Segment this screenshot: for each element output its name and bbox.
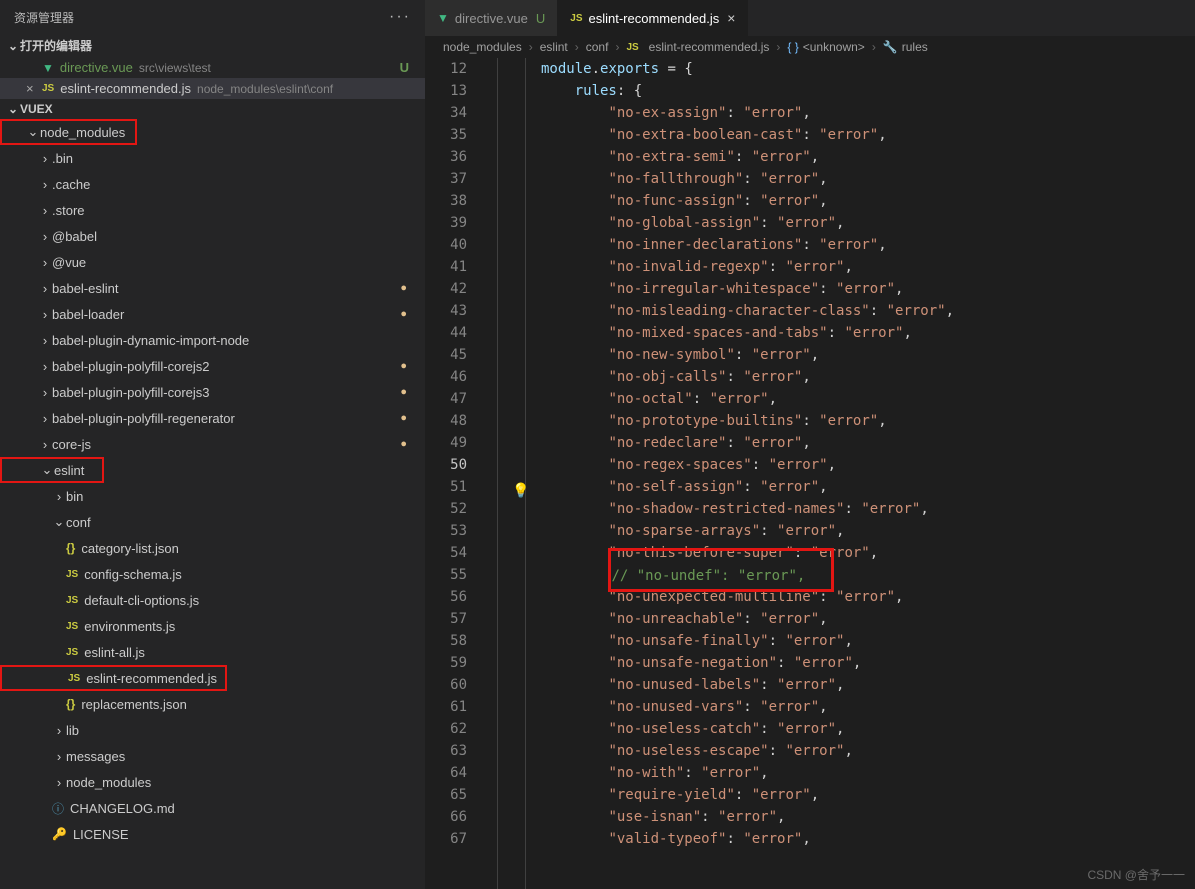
chevron-right-icon: › bbox=[38, 229, 52, 244]
folder-babel[interactable]: ›@babel bbox=[0, 223, 425, 249]
key-file-icon: 🔑 bbox=[52, 827, 67, 841]
js-file-icon: JS bbox=[66, 647, 78, 658]
json-file-icon: {} bbox=[66, 697, 75, 711]
folder-store[interactable]: ›.store bbox=[0, 197, 425, 223]
folder-bin[interactable]: ›.bin bbox=[0, 145, 425, 171]
breadcrumb[interactable]: node_modules› eslint› conf› JSeslint-rec… bbox=[425, 36, 1195, 58]
chevron-down-icon: ⌄ bbox=[52, 514, 66, 530]
folder-babel-poly3[interactable]: ›babel-plugin-polyfill-corejs3● bbox=[0, 379, 425, 405]
file-category-list[interactable]: {}category-list.json bbox=[0, 535, 425, 561]
git-modified-icon: ● bbox=[400, 412, 417, 424]
open-editor-item[interactable]: × JS eslint-recommended.js node_modules\… bbox=[0, 78, 425, 99]
chevron-right-icon: › bbox=[572, 40, 582, 54]
chevron-right-icon: › bbox=[52, 489, 66, 504]
chevron-right-icon: › bbox=[38, 307, 52, 322]
git-modified-icon: ● bbox=[400, 386, 417, 398]
chevron-right-icon: › bbox=[38, 333, 52, 348]
js-file-icon: JS bbox=[570, 13, 582, 24]
explorer-title: 资源管理器 bbox=[14, 9, 74, 26]
js-file-icon: JS bbox=[42, 83, 54, 94]
info-file-icon: ⓘ bbox=[52, 800, 64, 817]
line-numbers-gutter: 1213343536373839404142434445464748495051… bbox=[425, 58, 485, 889]
chevron-right-icon: › bbox=[612, 40, 622, 54]
js-file-icon: JS bbox=[626, 42, 638, 53]
more-actions-icon[interactable]: ··· bbox=[389, 8, 411, 26]
folder-corejs[interactable]: ›core-js● bbox=[0, 431, 425, 457]
code-content[interactable]: module.exports = { rules: { "no-ex-assig… bbox=[541, 58, 1195, 889]
open-editors-section[interactable]: ⌄ 打开的编辑器 bbox=[0, 34, 425, 57]
js-file-icon: JS bbox=[66, 569, 78, 580]
chevron-right-icon: › bbox=[38, 177, 52, 192]
file-license[interactable]: 🔑LICENSE bbox=[0, 821, 425, 847]
chevron-right-icon: › bbox=[38, 411, 52, 426]
folder-node-modules[interactable]: ⌄node_modules bbox=[0, 119, 137, 145]
chevron-right-icon: › bbox=[52, 749, 66, 764]
vue-file-icon: ▼ bbox=[437, 11, 449, 25]
editor-tabs: ▼ directive.vue U JS eslint-recommended.… bbox=[425, 0, 1195, 36]
chevron-right-icon: › bbox=[38, 203, 52, 218]
folder-cache[interactable]: ›.cache bbox=[0, 171, 425, 197]
watermark: CSDN @舍予一一 bbox=[1087, 866, 1185, 883]
chevron-down-icon: ⌄ bbox=[6, 102, 20, 116]
editor-area: ▼ directive.vue U JS eslint-recommended.… bbox=[425, 0, 1195, 889]
file-config-schema[interactable]: JSconfig-schema.js bbox=[0, 561, 425, 587]
indent-guides bbox=[485, 58, 541, 889]
chevron-right-icon: › bbox=[52, 723, 66, 738]
git-modified-icon: ● bbox=[400, 308, 417, 320]
folder-eslint-node-modules[interactable]: ›node_modules bbox=[0, 769, 425, 795]
close-icon[interactable]: × bbox=[26, 81, 42, 96]
wrench-icon: 🔧 bbox=[883, 40, 898, 54]
explorer-sidebar: 资源管理器 ··· ⌄ 打开的编辑器 × ▼ directive.vue src… bbox=[0, 0, 425, 889]
file-changelog[interactable]: ⓘCHANGELOG.md bbox=[0, 795, 425, 821]
git-modified-icon: ● bbox=[400, 360, 417, 372]
folder-eslint[interactable]: ⌄eslint bbox=[0, 457, 104, 483]
folder-eslint-lib[interactable]: ›lib bbox=[0, 717, 425, 743]
folder-vue[interactable]: ›@vue bbox=[0, 249, 425, 275]
folder-eslint-messages[interactable]: ›messages bbox=[0, 743, 425, 769]
chevron-down-icon: ⌄ bbox=[40, 462, 54, 478]
chevron-right-icon: › bbox=[773, 40, 783, 54]
chevron-right-icon: › bbox=[38, 281, 52, 296]
chevron-right-icon: › bbox=[38, 437, 52, 452]
chevron-right-icon: › bbox=[38, 385, 52, 400]
project-section[interactable]: ⌄ VUEX bbox=[0, 99, 425, 119]
file-default-cli[interactable]: JSdefault-cli-options.js bbox=[0, 587, 425, 613]
chevron-right-icon: › bbox=[38, 359, 52, 374]
file-eslint-recommended[interactable]: JSeslint-recommended.js bbox=[0, 665, 227, 691]
explorer-header: 资源管理器 ··· bbox=[0, 0, 425, 34]
code-editor[interactable]: 1213343536373839404142434445464748495051… bbox=[425, 58, 1195, 889]
js-file-icon: JS bbox=[66, 621, 78, 632]
folder-babel-eslint[interactable]: ›babel-eslint● bbox=[0, 275, 425, 301]
close-icon[interactable]: × bbox=[727, 10, 735, 26]
folder-babel-regen[interactable]: ›babel-plugin-polyfill-regenerator● bbox=[0, 405, 425, 431]
symbol-icon: { } bbox=[787, 40, 798, 54]
chevron-right-icon: › bbox=[38, 255, 52, 270]
folder-babel-dyn[interactable]: ›babel-plugin-dynamic-import-node bbox=[0, 327, 425, 353]
file-environments[interactable]: JSenvironments.js bbox=[0, 613, 425, 639]
js-file-icon: JS bbox=[66, 595, 78, 606]
chevron-right-icon: › bbox=[38, 151, 52, 166]
folder-eslint-bin[interactable]: ›bin bbox=[0, 483, 425, 509]
tab-eslint-recommended[interactable]: JS eslint-recommended.js × bbox=[558, 0, 748, 36]
open-editor-item[interactable]: × ▼ directive.vue src\views\test U bbox=[0, 57, 425, 78]
chevron-down-icon: ⌄ bbox=[26, 124, 40, 140]
file-eslint-all[interactable]: JSeslint-all.js bbox=[0, 639, 425, 665]
git-modified-icon: ● bbox=[400, 282, 417, 294]
chevron-right-icon: › bbox=[869, 40, 879, 54]
file-replacements[interactable]: {}replacements.json bbox=[0, 691, 425, 717]
git-modified-icon: ● bbox=[400, 438, 417, 450]
json-file-icon: {} bbox=[66, 541, 75, 555]
tab-directive[interactable]: ▼ directive.vue U bbox=[425, 0, 558, 36]
vue-file-icon: ▼ bbox=[42, 61, 54, 75]
folder-babel-poly2[interactable]: ›babel-plugin-polyfill-corejs2● bbox=[0, 353, 425, 379]
folder-eslint-conf[interactable]: ⌄conf bbox=[0, 509, 425, 535]
folder-babel-loader[interactable]: ›babel-loader● bbox=[0, 301, 425, 327]
js-file-icon: JS bbox=[68, 673, 80, 684]
chevron-right-icon: › bbox=[52, 775, 66, 790]
chevron-right-icon: › bbox=[526, 40, 536, 54]
chevron-down-icon: ⌄ bbox=[6, 39, 20, 53]
lightbulb-icon[interactable]: 💡 bbox=[512, 482, 529, 499]
